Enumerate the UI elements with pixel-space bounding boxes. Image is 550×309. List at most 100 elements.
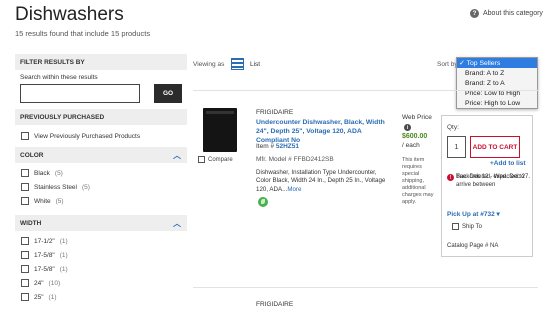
product-name-link[interactable]: Undercounter Dishwasher, Black, Width 24… bbox=[256, 118, 396, 145]
viewing-as-label: Viewing as bbox=[193, 61, 225, 68]
previously-purchased-option[interactable]: View Previously Purchased Products bbox=[21, 129, 181, 143]
width-filter-header[interactable]: WIDTH ︿ bbox=[15, 215, 187, 231]
checkbox[interactable] bbox=[21, 197, 29, 205]
add-to-list-link[interactable]: +Add to list bbox=[490, 160, 526, 167]
color-options: Black (5) Stainless Steel (5) White (5) bbox=[15, 163, 187, 211]
web-price-label: Web Price bbox=[402, 114, 432, 121]
option-count: (10) bbox=[48, 279, 61, 287]
add-to-cart-button[interactable]: ADD TO CART bbox=[470, 136, 520, 158]
ship-to-label: Ship To bbox=[462, 223, 482, 230]
option-count: (5) bbox=[82, 183, 90, 191]
width-option[interactable]: 24" (10) bbox=[21, 276, 181, 290]
product-image[interactable] bbox=[203, 108, 237, 152]
info-icon[interactable]: i bbox=[404, 124, 411, 131]
qty-label: Qty: bbox=[447, 124, 459, 131]
results-count: 15 results found that include 15 product… bbox=[15, 29, 151, 38]
checkbox[interactable] bbox=[21, 251, 29, 259]
checkbox[interactable] bbox=[21, 169, 29, 177]
filter-sidebar: FILTER RESULTS BY Search within these re… bbox=[15, 54, 187, 309]
option-label: 24" bbox=[34, 279, 44, 287]
width-option[interactable]: 25" (1) bbox=[21, 290, 181, 304]
width-option[interactable]: 17-1/2" (1) bbox=[21, 234, 181, 248]
product-price: $600.00 bbox=[402, 133, 428, 140]
product-description: Dishwasher, Installation Type Undercount… bbox=[256, 169, 386, 194]
previously-purchased-header: PREVIOUSLY PURCHASED bbox=[15, 109, 187, 125]
option-label: 17-5/8" bbox=[34, 251, 55, 259]
option-count: (1) bbox=[48, 293, 57, 301]
option-count: (5) bbox=[55, 197, 64, 205]
option-label: White bbox=[34, 197, 51, 205]
sort-option-top-sellers[interactable]: ✓ Top Sellers bbox=[457, 58, 537, 69]
sort-option-price-high-low[interactable]: Price: High to Low bbox=[457, 99, 537, 109]
item-number: Item # 52HZ51 bbox=[256, 143, 299, 150]
about-category-label: About this category bbox=[483, 10, 543, 17]
checkbox[interactable] bbox=[21, 293, 29, 301]
previously-purchased-title: PREVIOUSLY PURCHASED bbox=[20, 113, 105, 121]
divider bbox=[193, 287, 538, 288]
list-view-icon[interactable] bbox=[231, 58, 244, 70]
item-number-value: 52HZ51 bbox=[275, 143, 299, 150]
option-label: Stainless Steel bbox=[34, 183, 77, 191]
search-within-input[interactable] bbox=[20, 84, 140, 103]
filter-header: FILTER RESULTS BY bbox=[15, 54, 187, 70]
chevron-up-icon[interactable]: ︿ bbox=[173, 218, 181, 229]
eco-leaf-icon bbox=[258, 197, 268, 207]
option-label: 17-5/8" bbox=[34, 265, 55, 273]
checkbox[interactable] bbox=[21, 183, 29, 191]
filter-title: FILTER RESULTS BY bbox=[20, 58, 85, 66]
sort-by-label: Sort by bbox=[437, 61, 458, 68]
search-within-label: Search within these results bbox=[20, 74, 98, 81]
catalog-page: Catalog Page # NA bbox=[447, 243, 499, 249]
checkbox[interactable] bbox=[21, 132, 29, 140]
color-option-white[interactable]: White (5) bbox=[21, 194, 181, 208]
color-filter-header[interactable]: COLOR ︿ bbox=[15, 147, 187, 163]
option-count: (5) bbox=[54, 169, 63, 177]
page: Dishwashers 15 results found that includ… bbox=[0, 0, 550, 309]
option-count: (1) bbox=[59, 251, 68, 259]
more-link[interactable]: More bbox=[287, 186, 301, 193]
divider bbox=[193, 90, 538, 91]
mfr-model: Mfr. Model # FFBD2412SB bbox=[256, 156, 334, 163]
option-label: View Previously Purchased Products bbox=[34, 132, 141, 140]
sort-option-brand-az[interactable]: Brand: A to Z bbox=[457, 68, 537, 78]
description-text: Dishwasher, Installation Type Undercount… bbox=[256, 169, 386, 193]
width-option[interactable]: 17-5/8" (1) bbox=[21, 262, 181, 276]
compare-toggle[interactable]: Compare bbox=[198, 156, 233, 163]
shipping-note: This item requires special shipping, add… bbox=[402, 157, 434, 205]
next-product-brand: FRIGIDAIRE bbox=[256, 301, 294, 308]
compare-checkbox[interactable] bbox=[198, 156, 205, 163]
option-label: 25" bbox=[34, 293, 44, 301]
go-button[interactable]: GO bbox=[154, 84, 182, 103]
width-options: 17-1/2" (1) 17-5/8" (1) 17-5/8" (1) 24" (10)… bbox=[15, 231, 187, 307]
compare-label: Compare bbox=[208, 156, 233, 163]
product-brand: FRIGIDAIRE bbox=[256, 109, 294, 116]
option-label: 17-1/2" bbox=[34, 237, 55, 245]
pickup-location-link[interactable]: Pick Up at #732 ▾ bbox=[447, 210, 500, 218]
width-title: WIDTH bbox=[20, 219, 42, 227]
sort-option-brand-za[interactable]: Brand: Z to A bbox=[457, 78, 537, 88]
qty-input[interactable]: 1 bbox=[447, 136, 466, 158]
backorder-dates: Tue. Dec 12 - Wed. Dec 27. bbox=[456, 174, 531, 180]
color-title: COLOR bbox=[20, 151, 44, 159]
checkbox[interactable] bbox=[21, 237, 29, 245]
item-label: Item # bbox=[256, 143, 275, 150]
option-count: (1) bbox=[59, 237, 68, 245]
checkbox[interactable] bbox=[21, 279, 29, 287]
color-option-black[interactable]: Black (5) bbox=[21, 166, 181, 180]
sort-dropdown-menu[interactable]: ✓ Top Sellers Brand: A to Z Brand: Z to … bbox=[456, 57, 538, 109]
checkbox[interactable] bbox=[21, 265, 29, 273]
warning-icon: ! bbox=[447, 174, 454, 181]
ship-to-option[interactable]: Ship To bbox=[452, 223, 482, 230]
chevron-up-icon[interactable]: ︿ bbox=[173, 150, 181, 161]
question-icon: ? bbox=[470, 9, 479, 18]
list-view-label[interactable]: List bbox=[250, 61, 260, 68]
price-unit: / each bbox=[402, 142, 420, 149]
option-count: (1) bbox=[59, 265, 68, 273]
ship-to-checkbox[interactable] bbox=[452, 223, 459, 230]
about-category-link[interactable]: ? About this category bbox=[470, 9, 543, 18]
width-option[interactable]: 17-5/8" (1) bbox=[21, 248, 181, 262]
page-title: Dishwashers bbox=[15, 4, 124, 25]
color-option-stainless[interactable]: Stainless Steel (5) bbox=[21, 180, 181, 194]
option-label: Black bbox=[34, 169, 50, 177]
option-label: Top Sellers bbox=[466, 59, 501, 67]
